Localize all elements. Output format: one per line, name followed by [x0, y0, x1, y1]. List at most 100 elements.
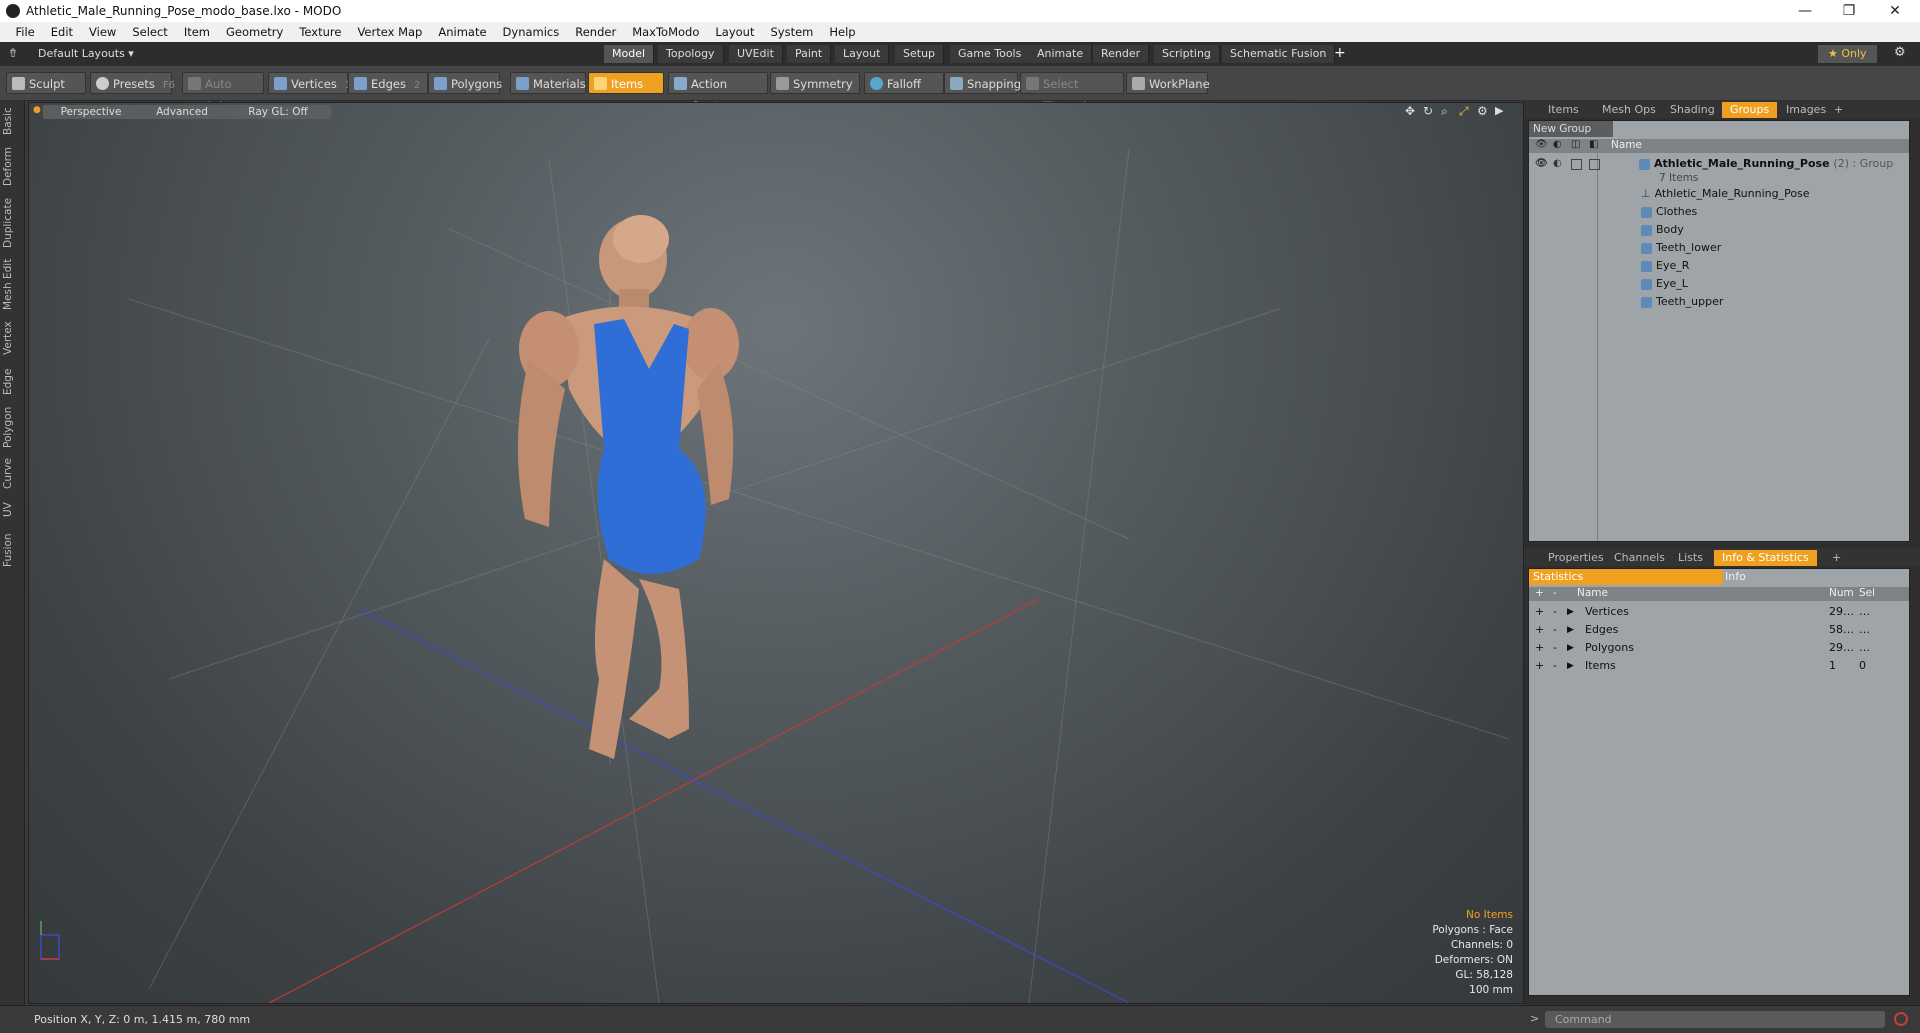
vtab-deform[interactable]: Deform [2, 146, 22, 186]
rotate-view-icon[interactable]: ↻ [1423, 104, 1433, 118]
fit-view-icon[interactable]: ⤢ [1459, 104, 1469, 119]
vtab-curve[interactable]: Curve [2, 456, 22, 492]
group-child-row[interactable]: Teeth_upper [1529, 293, 1909, 311]
expand-arrow-icon[interactable]: ▶ [1567, 621, 1574, 639]
select-through-button[interactable]: Select Through [1020, 72, 1124, 113]
edges-button[interactable]: Edges 2 [348, 72, 428, 94]
menu-dynamics[interactable]: Dynamics [495, 22, 568, 42]
zoom-view-icon[interactable]: ⌕ [1441, 104, 1448, 119]
group-render-icon[interactable]: ◐ [1553, 155, 1562, 173]
group-child-row[interactable]: Eye_R [1529, 257, 1909, 275]
select-column-icon[interactable]: ◧ [1589, 139, 1598, 150]
polygons-button[interactable]: Polygons [428, 72, 502, 94]
record-icon[interactable] [1894, 1012, 1908, 1026]
maximize-button[interactable]: ❐ [1826, 0, 1872, 22]
group-child-row[interactable]: Eye_L [1529, 275, 1909, 293]
render-column-icon[interactable]: ◐ [1553, 139, 1562, 150]
tab-scripting[interactable]: Scripting [1154, 45, 1220, 63]
snapping-button[interactable]: Snapping [944, 72, 1021, 94]
menu-file[interactable]: File [8, 22, 43, 42]
tab-uvedit[interactable]: UVEdit [729, 45, 783, 63]
viewport-expand-icon[interactable]: ▶ [1495, 104, 1503, 117]
add-panel-tab-button[interactable]: + [1826, 102, 1851, 118]
workplane-button[interactable]: WorkPlane [1126, 72, 1210, 94]
vtab-basic[interactable]: Basic [2, 106, 22, 136]
move-view-icon[interactable]: ✥ [1405, 104, 1415, 118]
vtab-vertex[interactable]: Vertex [2, 318, 22, 358]
character-model[interactable] [517, 215, 739, 759]
vtab-fusion[interactable]: Fusion [2, 530, 22, 570]
layout-preset-dropdown[interactable]: Default Layouts ▾ [38, 47, 134, 60]
group-lock-checkbox[interactable] [1571, 159, 1582, 170]
group-child-row[interactable]: ⊥ Athletic_Male_Running_Pose [1529, 185, 1909, 203]
add-panel-tab-button[interactable]: + [1824, 550, 1849, 566]
add-tab-button[interactable]: + [1334, 45, 1346, 61]
tab-animate[interactable]: Animate [1029, 45, 1093, 63]
minimize-button[interactable]: — [1782, 0, 1828, 22]
tab-setup[interactable]: Setup [895, 45, 945, 63]
tab-shading[interactable]: Shading [1662, 102, 1723, 118]
menu-animate[interactable]: Animate [430, 22, 494, 42]
stats-row-items[interactable]: + - ▶ Items 1 0 [1529, 657, 1909, 675]
tab-layout[interactable]: Layout [835, 45, 890, 63]
vtab-uv[interactable]: UV [2, 498, 22, 522]
presets-button[interactable]: Presets F6 [90, 72, 175, 94]
group-visibility-icon[interactable]: 👁 [1535, 155, 1548, 173]
action-center-button[interactable]: Action Center [668, 72, 768, 113]
menu-geometry[interactable]: Geometry [218, 22, 291, 42]
tab-schematic-fusion[interactable]: Schematic Fusion [1222, 45, 1336, 63]
command-input[interactable]: Command [1545, 1011, 1885, 1028]
menu-item[interactable]: Item [176, 22, 218, 42]
tab-topology[interactable]: Topology [658, 45, 724, 63]
lock-column-icon[interactable]: ◫ [1571, 139, 1580, 150]
viewport-menu-icon[interactable]: ● [33, 105, 41, 115]
info-subtab[interactable]: Info [1725, 569, 1746, 585]
menu-render[interactable]: Render [567, 22, 624, 42]
tab-render[interactable]: Render [1093, 45, 1150, 63]
new-group-button[interactable]: New Group [1529, 121, 1613, 137]
tab-info-statistics[interactable]: Info & Statistics [1714, 550, 1817, 566]
vtab-edge[interactable]: Edge [2, 366, 22, 398]
tab-properties[interactable]: Properties [1540, 550, 1612, 566]
sculpt-button[interactable]: Sculpt [6, 72, 86, 94]
only-toggle[interactable]: ★ Only [1818, 45, 1877, 63]
raygl-button[interactable]: Ray GL: Off [225, 105, 331, 119]
layout-arrow-icon[interactable]: ⇮ [8, 46, 18, 60]
stats-row-vertices[interactable]: + - ▶ Vertices 29…… [1529, 603, 1909, 621]
group-child-row[interactable]: Clothes [1529, 203, 1909, 221]
menu-view[interactable]: View [81, 22, 124, 42]
statistics-subtab[interactable]: Statistics [1529, 569, 1723, 585]
menu-vertex-map[interactable]: Vertex Map [349, 22, 430, 42]
tab-model[interactable]: Model [604, 45, 655, 63]
view-mode-button[interactable]: Advanced [129, 105, 235, 119]
tab-game-tools[interactable]: Game Tools [950, 45, 1031, 63]
3d-viewport[interactable]: ● Perspective Advanced Ray GL: Off ✥ ↻ ⌕… [28, 102, 1524, 1004]
menu-texture[interactable]: Texture [291, 22, 349, 42]
materials-button[interactable]: Materials [510, 72, 586, 94]
stats-row-polygons[interactable]: + - ▶ Polygons 29…… [1529, 639, 1909, 657]
menu-system[interactable]: System [762, 22, 821, 42]
expand-arrow-icon[interactable]: ▶ [1567, 657, 1574, 675]
visibility-column-icon[interactable]: 👁 [1535, 139, 1548, 150]
vtab-polygon[interactable]: Polygon [2, 404, 22, 450]
expand-arrow-icon[interactable]: ▶ [1567, 603, 1574, 621]
expand-arrow-icon[interactable]: ▶ [1567, 639, 1574, 657]
menu-maxtomodo[interactable]: MaxToModo [624, 22, 707, 42]
menu-layout[interactable]: Layout [707, 22, 762, 42]
tab-items[interactable]: Items [1540, 102, 1587, 118]
gear-icon[interactable]: ⚙ [1894, 45, 1906, 60]
group-child-row[interactable]: Teeth_lower [1529, 239, 1909, 257]
tab-lists[interactable]: Lists [1670, 550, 1711, 566]
tab-mesh-ops[interactable]: Mesh Ops [1594, 102, 1664, 118]
falloff-button[interactable]: Falloff [864, 72, 944, 94]
menu-help[interactable]: Help [821, 22, 863, 42]
auto-select-button[interactable]: Auto Select [182, 72, 264, 113]
menu-edit[interactable]: Edit [43, 22, 81, 42]
menu-select[interactable]: Select [124, 22, 175, 42]
tab-channels[interactable]: Channels [1606, 550, 1673, 566]
vertices-button[interactable]: Vertices1 [268, 72, 351, 94]
close-button[interactable]: ✕ [1872, 0, 1918, 22]
vtab-duplicate[interactable]: Duplicate [2, 196, 22, 250]
group-child-row[interactable]: Body [1529, 221, 1909, 239]
vtab-mesh-edit[interactable]: Mesh Edit [2, 258, 22, 310]
